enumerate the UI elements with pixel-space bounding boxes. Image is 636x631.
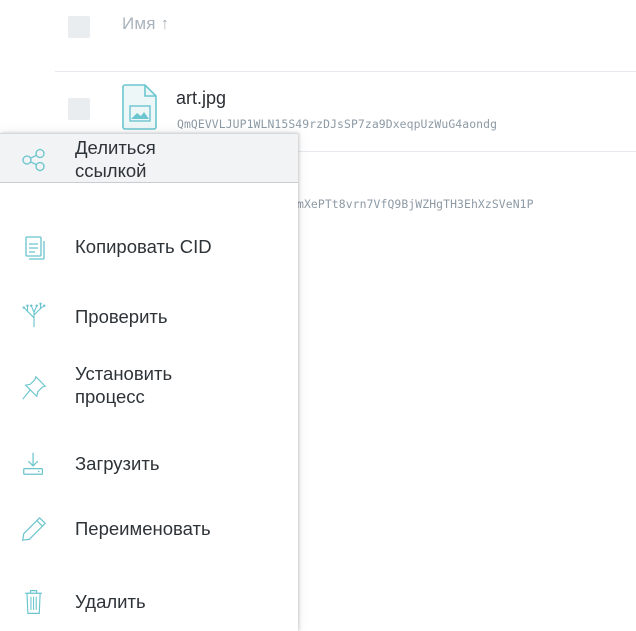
menu-item-label: Копировать CID xyxy=(75,236,212,257)
menu-item-label: Переименовать xyxy=(75,518,211,539)
context-menu: Делиться ссылкой Копировать CID Проверит… xyxy=(0,133,298,631)
pencil-icon xyxy=(22,516,47,541)
file-name[interactable]: art.jpg xyxy=(176,88,226,109)
menu-item-inspect[interactable]: Проверить xyxy=(0,291,298,341)
menu-item-delete[interactable]: Удалить xyxy=(0,578,298,628)
inspect-icon xyxy=(22,302,46,328)
file-cid: QmQEVVLJUP1WLN15S49rzDJsSP7za9DxeqpUzWuG… xyxy=(177,117,498,131)
menu-item-copy-cid[interactable]: Копировать CID xyxy=(0,221,298,271)
image-file-icon xyxy=(122,84,157,130)
share-icon xyxy=(22,148,45,172)
trash-icon xyxy=(25,590,42,614)
header-divider xyxy=(55,71,636,72)
pin-icon xyxy=(22,375,47,400)
menu-item-label: Удалить xyxy=(75,591,146,612)
copy-icon xyxy=(25,236,45,260)
name-column-header[interactable]: Имя ↑ xyxy=(122,14,169,34)
file-cid: mXePTt8vrn7VfQ9BjWZHgTH3EhXzSVeN1P xyxy=(297,197,534,211)
menu-item-label: Делиться ссылкой xyxy=(75,137,156,181)
menu-item-rename[interactable]: Переименовать xyxy=(0,503,298,553)
select-all-checkbox[interactable] xyxy=(68,16,90,38)
menu-item-pin[interactable]: Установить процесс xyxy=(0,356,298,416)
menu-item-download[interactable]: Загрузить xyxy=(0,438,298,488)
menu-item-label: Проверить xyxy=(75,306,168,327)
menu-item-share-link[interactable]: Делиться ссылкой xyxy=(0,133,298,183)
menu-item-label: Установить процесс xyxy=(75,363,173,407)
menu-item-label: Загрузить xyxy=(75,453,160,474)
row-checkbox[interactable] xyxy=(68,98,90,120)
download-icon xyxy=(23,452,44,475)
